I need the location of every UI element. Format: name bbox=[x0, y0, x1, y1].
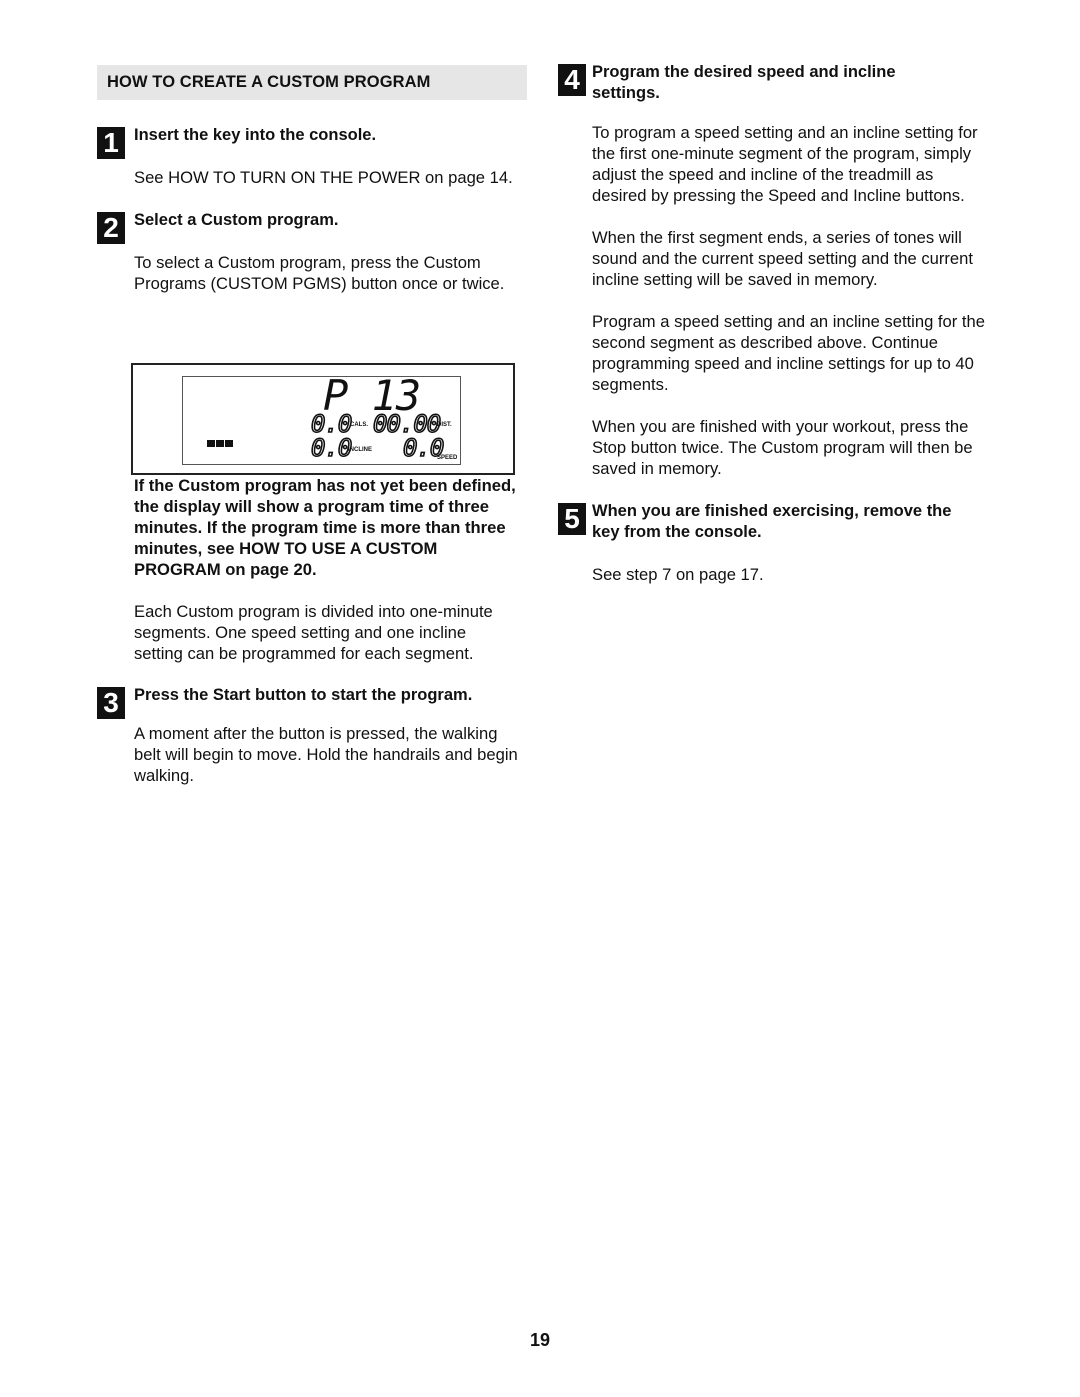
lcd-screen: P 13 0.0 CALS. 00.00 DIST. 0.0 INCLINE 0… bbox=[182, 371, 461, 465]
section-title: HOW TO CREATE A CUSTOM PROGRAM bbox=[97, 65, 527, 100]
step-paragraph: Program a speed setting and an incline s… bbox=[592, 312, 985, 394]
step-paragraph: See step 7 on page 17. bbox=[592, 565, 764, 584]
step-2: 2 Select a Custom program. To select a C… bbox=[97, 210, 529, 294]
step-5: 5 When you are finished exercising, remo… bbox=[555, 501, 987, 585]
speed-label: SPEED bbox=[437, 455, 458, 461]
page-number: 19 bbox=[529, 1330, 551, 1350]
step-paragraph: A moment after the button is pressed, th… bbox=[134, 723, 518, 785]
step-4: 4 Program the desired speed and incline … bbox=[555, 62, 987, 479]
distance-label: DIST. bbox=[437, 422, 452, 428]
console-display-illustration: P 13 0.0 CALS. 00.00 DIST. 0.0 INCLINE 0… bbox=[131, 363, 515, 475]
step-paragraph: To program a speed setting and an inclin… bbox=[592, 123, 978, 205]
right-column: 4 Program the desired speed and incline … bbox=[555, 62, 987, 602]
step-1: 1 Insert the key into the console. See H… bbox=[97, 125, 529, 188]
incline-label: INCLINE bbox=[348, 447, 372, 453]
step-title: Program the desired speed and incline se… bbox=[592, 63, 896, 102]
step-2-notes: If the Custom program has not yet been d… bbox=[97, 475, 529, 664]
step-paragraph: To select a Custom program, press the Cu… bbox=[134, 253, 505, 293]
step-title: Press the Start button to start the prog… bbox=[134, 685, 473, 704]
step-number-badge: 5 bbox=[558, 503, 586, 535]
step-number-badge: 3 bbox=[97, 686, 125, 719]
step-paragraph: See HOW TO TURN ON THE POWER on page 14. bbox=[134, 168, 513, 187]
step-title: When you are finished exercising, remove… bbox=[592, 502, 952, 541]
step-number-badge: 4 bbox=[558, 64, 586, 96]
segment-bars bbox=[207, 440, 233, 447]
step-number-badge: 2 bbox=[97, 212, 125, 244]
step-number-badge: 1 bbox=[97, 127, 125, 159]
step-paragraph: When the first segment ends, a series of… bbox=[592, 228, 973, 289]
incline-readout: 0.0 bbox=[310, 433, 353, 463]
step-paragraph: Each Custom program is divided into one-… bbox=[134, 601, 493, 663]
step-title: Insert the key into the console. bbox=[134, 126, 377, 144]
step-title: Select a Custom program. bbox=[134, 211, 339, 229]
calories-label: CALS. bbox=[350, 422, 368, 428]
left-column: HOW TO CREATE A CUSTOM PROGRAM 1 Insert … bbox=[97, 65, 529, 802]
step-note: If the Custom program has not yet been d… bbox=[134, 475, 516, 579]
step-3: 3 Press the Start button to start the pr… bbox=[97, 685, 529, 786]
step-paragraph: When you are finished with your workout,… bbox=[592, 417, 973, 478]
